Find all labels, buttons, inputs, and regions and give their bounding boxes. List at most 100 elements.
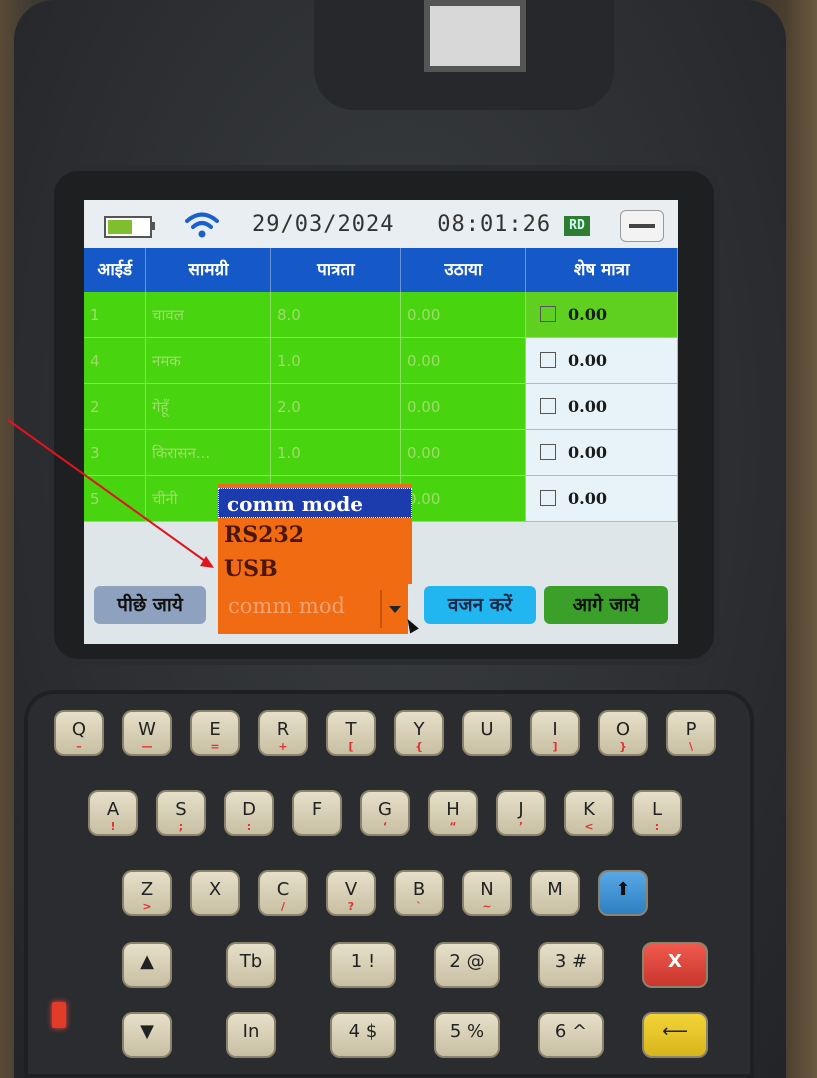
- key-row3-6[interactable]: M: [530, 870, 580, 916]
- key-row1-7[interactable]: I]: [530, 710, 580, 756]
- key-label: 4 $: [348, 1021, 378, 1042]
- cell-item: किरासन...: [146, 430, 271, 476]
- key-label: A: [106, 799, 120, 820]
- key-row5-2[interactable]: 4 $: [330, 1012, 396, 1058]
- key-label: K: [583, 799, 595, 820]
- key-row2-8[interactable]: L:: [632, 790, 682, 836]
- key-row3-1[interactable]: X: [190, 870, 240, 916]
- key-row1-3[interactable]: R +: [258, 710, 308, 756]
- key-row1-4[interactable]: T[: [326, 710, 376, 756]
- key-row1-8[interactable]: O}: [598, 710, 648, 756]
- option-usb[interactable]: USB: [224, 556, 278, 582]
- key-label: C: [276, 879, 290, 900]
- key-sub-label: —: [141, 740, 153, 753]
- battery-level: [108, 220, 132, 234]
- row-checkbox[interactable]: [540, 306, 556, 322]
- key-row4-5[interactable]: X: [642, 942, 708, 988]
- time-text: 08:01:26: [437, 212, 552, 237]
- key-row2-3[interactable]: F: [292, 790, 342, 836]
- remaining-value: 0.00: [568, 305, 607, 324]
- key-row5-4[interactable]: 6 ^: [538, 1012, 604, 1058]
- chevron-down-icon: [389, 606, 401, 613]
- cell-id: 3: [84, 430, 146, 476]
- key-row3-2[interactable]: C /: [258, 870, 308, 916]
- key-row2-7[interactable]: K <: [564, 790, 614, 836]
- header-remaining: शेष मात्रा: [526, 248, 678, 292]
- table-row[interactable]: 3 किरासन... 1.0 0.00 0.00: [84, 430, 678, 476]
- key-row2-2[interactable]: D:: [224, 790, 274, 836]
- row-checkbox[interactable]: [540, 352, 556, 368]
- key-row1-1[interactable]: W —: [122, 710, 172, 756]
- key-label: W: [138, 719, 156, 740]
- key-label: 3 #: [554, 951, 588, 972]
- key-row4-3[interactable]: 2 @: [434, 942, 500, 988]
- option-rs232[interactable]: RS232: [224, 522, 304, 548]
- key-row3-4[interactable]: B `: [394, 870, 444, 916]
- key-label: 6 ^: [554, 1021, 588, 1042]
- key-row3-3[interactable]: V?: [326, 870, 376, 916]
- cell-id: 4: [84, 338, 146, 384]
- cell-eligible: 1.0: [271, 430, 401, 476]
- key-sub-label: [: [348, 740, 354, 753]
- key-label: X: [208, 879, 222, 900]
- remaining-value: 0.00: [568, 443, 607, 462]
- key-row4-2[interactable]: 1 !: [330, 942, 396, 988]
- key-label: B: [412, 879, 426, 900]
- comm-mode-combobox[interactable]: comm mod: [218, 584, 408, 634]
- key-row2-5[interactable]: H “: [428, 790, 478, 836]
- remaining-value: 0.00: [568, 489, 607, 508]
- key-label: Y: [413, 719, 425, 740]
- weigh-button[interactable]: वजन करें: [424, 586, 536, 624]
- key-row1-0[interactable]: Q –: [54, 710, 104, 756]
- key-label: F: [311, 799, 323, 820]
- key-row1-2[interactable]: E =: [190, 710, 240, 756]
- key-row2-0[interactable]: A!: [88, 790, 138, 836]
- key-row2-1[interactable]: S;: [156, 790, 206, 836]
- key-row4-1[interactable]: Tb: [226, 942, 276, 988]
- cell-lifted: 0.00: [401, 338, 526, 384]
- table-row[interactable]: 1 चावल 8.0 0.00 0.00: [84, 292, 678, 338]
- key-sub-label: <: [584, 820, 594, 833]
- battery-icon: [104, 216, 152, 238]
- key-row4-0[interactable]: ▲: [122, 942, 172, 988]
- key-row3-0[interactable]: Z >: [122, 870, 172, 916]
- status-bar: 29/03/2024 08:01:26 RD: [84, 200, 678, 248]
- header-eligible: पात्रता: [271, 248, 402, 292]
- key-row4-4[interactable]: 3 #: [538, 942, 604, 988]
- next-button[interactable]: आगे जाये: [544, 586, 668, 624]
- row-checkbox[interactable]: [540, 490, 556, 506]
- key-row1-9[interactable]: P \: [666, 710, 716, 756]
- key-row2-4[interactable]: G ‘: [360, 790, 410, 836]
- row-checkbox[interactable]: [540, 444, 556, 460]
- back-button[interactable]: पीछे जाये: [94, 586, 206, 624]
- key-label: U: [480, 719, 494, 740]
- cell-lifted: 0.00: [401, 292, 526, 338]
- key-row2-6[interactable]: J’: [496, 790, 546, 836]
- key-row3-7[interactable]: ⬆: [598, 870, 648, 916]
- key-row1-6[interactable]: U: [462, 710, 512, 756]
- row-checkbox[interactable]: [540, 398, 556, 414]
- table-row[interactable]: 2 गेहूँ 2.0 0.00 0.00: [84, 384, 678, 430]
- key-row5-1[interactable]: In: [226, 1012, 276, 1058]
- cell-remaining: 0.00: [526, 338, 678, 384]
- key-row3-5[interactable]: N ~: [462, 870, 512, 916]
- key-row1-5[interactable]: Y{: [394, 710, 444, 756]
- table-row[interactable]: 4 नमक 1.0 0.00 0.00: [84, 338, 678, 384]
- key-sub-label: >: [142, 900, 152, 913]
- key-row5-3[interactable]: 5 %: [434, 1012, 500, 1058]
- key-sub-label: ?: [347, 900, 355, 913]
- battery-tip: [150, 222, 155, 230]
- key-row5-5[interactable]: ⟵: [642, 1012, 708, 1058]
- comm-mode-list-header[interactable]: comm mode: [218, 488, 412, 518]
- key-sub-label: !: [110, 820, 116, 833]
- minimize-button[interactable]: [620, 210, 664, 242]
- key-sub-label: `: [416, 900, 422, 913]
- key-label: ⬆: [615, 879, 631, 900]
- keypad: Q – W — E = R + T[ Y{ U I] O} P \ A! S; D: F G ‘ H “ J’ K < L: Z > X C…: [24, 690, 754, 1078]
- cell-remaining: 0.00: [526, 430, 678, 476]
- remaining-value: 0.00: [568, 397, 607, 416]
- key-sub-label: :: [246, 820, 252, 833]
- key-label: 2 @: [449, 951, 485, 972]
- key-row5-0[interactable]: ▼: [122, 1012, 172, 1058]
- key-sub-label: ’: [518, 820, 524, 833]
